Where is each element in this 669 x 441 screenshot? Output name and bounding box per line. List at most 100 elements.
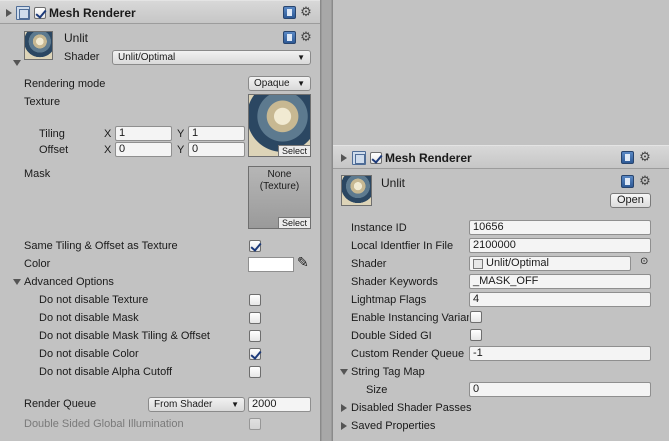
gear-icon[interactable]: ⚙ xyxy=(299,5,313,19)
property-label: Instance ID xyxy=(351,222,407,234)
disabled-shader-passes-label[interactable]: Disabled Shader Passes xyxy=(351,402,471,414)
offset-y-label: Y xyxy=(177,144,185,156)
same-tiling-checkbox[interactable] xyxy=(249,240,261,252)
double-sided-gi-checkbox xyxy=(249,418,261,430)
texture-label: Texture xyxy=(24,96,61,108)
advanced-foldout-icon[interactable] xyxy=(13,279,21,285)
help-book-icon[interactable] xyxy=(283,31,296,44)
property-label: Shader xyxy=(351,258,387,270)
render-queue-input[interactable]: 2000 xyxy=(248,397,311,412)
string-tag-map-foldout-icon[interactable] xyxy=(340,369,348,375)
custom-render-queue-field[interactable]: -1 xyxy=(469,346,651,361)
left-inspector-panel: Mesh Renderer ⚙ Unlit ⚙ Shader Unlit/Opt… xyxy=(0,0,321,441)
option-label: Do not disable Alpha Cutoff xyxy=(39,366,173,378)
mask-slot[interactable]: None (Texture) Select xyxy=(248,166,311,229)
mask-label: Mask xyxy=(24,168,51,180)
tiling-x-input[interactable]: 1 xyxy=(115,126,172,141)
tiling-x-label: X xyxy=(104,128,112,140)
option-label: Do not disable Mask xyxy=(39,312,139,324)
shader-dropdown-value: Unlit/Optimal xyxy=(118,52,176,63)
option-label: Do not disable Color xyxy=(39,348,139,360)
eyedropper-icon[interactable]: ✎ xyxy=(297,254,309,271)
option-checkbox[interactable] xyxy=(249,294,261,306)
help-book-icon[interactable] xyxy=(621,175,634,188)
enable-instancing-checkbox[interactable] xyxy=(470,311,482,323)
same-tiling-label: Same Tiling & Offset as Texture xyxy=(24,240,178,252)
color-label: Color xyxy=(24,258,51,270)
foldout-arrow-icon[interactable] xyxy=(6,9,12,17)
option-checkbox[interactable] xyxy=(249,330,261,342)
string-tag-map-label[interactable]: String Tag Map xyxy=(351,366,425,378)
component-enabled-checkbox[interactable] xyxy=(370,152,382,164)
double-sided-gi-checkbox[interactable] xyxy=(470,329,482,341)
render-queue-dropdown[interactable]: From Shader ▼ xyxy=(148,397,245,412)
rendering-mode-label: Rendering mode xyxy=(24,78,106,90)
rendering-mode-dropdown[interactable]: Opaque ▼ xyxy=(248,76,311,91)
texture-select-button[interactable]: Select xyxy=(277,145,310,156)
render-queue-mode: From Shader xyxy=(154,399,213,410)
mask-none-text: None (Texture) xyxy=(259,169,300,192)
mesh-renderer-header[interactable]: Mesh Renderer ⚙ xyxy=(333,145,669,169)
disabled-passes-foldout-icon[interactable] xyxy=(341,404,347,412)
material-name: Unlit xyxy=(64,31,89,45)
offset-x-input[interactable]: 0 xyxy=(115,142,172,157)
mask-select-button[interactable]: Select xyxy=(277,217,310,228)
gear-icon[interactable]: ⚙ xyxy=(299,30,313,44)
chevron-down-icon: ▼ xyxy=(297,53,305,62)
component-title: Mesh Renderer xyxy=(385,151,472,165)
tiling-y-input[interactable]: 1 xyxy=(188,126,245,141)
foldout-arrow-icon[interactable] xyxy=(341,154,347,162)
saved-properties-foldout-icon[interactable] xyxy=(341,422,347,430)
component-enabled-checkbox[interactable] xyxy=(34,7,46,19)
property-label: Enable Instancing Variants xyxy=(351,312,469,324)
size-label: Size xyxy=(366,384,388,396)
render-queue-label: Render Queue xyxy=(24,398,97,410)
double-sided-gi-label: Double Sided Global Illumination xyxy=(24,418,184,430)
offset-label: Offset xyxy=(39,144,69,156)
property-label: Local Identfier In File xyxy=(351,240,454,252)
shader-icon xyxy=(473,259,483,269)
property-label: Shader Keywords xyxy=(351,276,438,288)
option-label: Do not disable Mask Tiling & Offset xyxy=(39,330,210,342)
color-field[interactable] xyxy=(248,257,294,272)
offset-y-input[interactable]: 0 xyxy=(188,142,245,157)
lightmap-flags-field[interactable]: 4 xyxy=(469,292,651,307)
offset-x-label: X xyxy=(104,144,112,156)
panel-splitter[interactable] xyxy=(321,0,332,441)
shader-label: Shader xyxy=(64,51,100,63)
chevron-down-icon: ▼ xyxy=(297,79,305,88)
right-inspector-panel: Mesh Renderer ⚙ Unlit ⚙ Open Instance ID… xyxy=(332,0,669,441)
property-label: Lightmap Flags xyxy=(351,294,427,306)
chevron-down-icon: ▼ xyxy=(231,400,239,409)
help-book-icon[interactable] xyxy=(621,151,634,164)
help-book-icon[interactable] xyxy=(283,6,296,19)
option-checkbox[interactable] xyxy=(249,312,261,324)
option-checkbox[interactable] xyxy=(249,366,261,378)
material-thumbnail xyxy=(24,31,53,60)
tiling-label: Tiling xyxy=(39,128,65,140)
shader-value: Unlit/Optimal xyxy=(486,257,549,269)
local-identifier-field[interactable]: 2100000 xyxy=(469,238,651,253)
object-picker-icon[interactable]: ⊙ xyxy=(640,256,648,267)
saved-properties-label[interactable]: Saved Properties xyxy=(351,420,435,432)
shader-object-field[interactable]: Unlit/Optimal xyxy=(469,256,631,271)
open-button[interactable]: Open xyxy=(610,193,651,208)
texture-slot[interactable]: Select xyxy=(248,94,311,157)
advanced-options-label[interactable]: Advanced Options xyxy=(24,276,114,288)
rendering-mode-value: Opaque xyxy=(254,78,290,89)
shader-keywords-field[interactable]: _MASK_OFF xyxy=(469,274,651,289)
gear-icon[interactable]: ⚙ xyxy=(638,174,652,188)
option-label: Do not disable Texture xyxy=(39,294,149,306)
component-title: Mesh Renderer xyxy=(49,6,136,20)
instance-id-field[interactable]: 10656 xyxy=(469,220,651,235)
gear-icon[interactable]: ⚙ xyxy=(638,150,652,164)
shader-dropdown[interactable]: Unlit/Optimal ▼ xyxy=(112,50,311,65)
material-name: Unlit xyxy=(381,176,406,190)
option-checkbox[interactable] xyxy=(249,348,261,360)
property-labels: Instance ID Local Identfier In File Shad… xyxy=(333,216,469,366)
property-label: Double Sided GI xyxy=(351,330,432,342)
material-foldout-icon[interactable] xyxy=(13,60,21,66)
material-thumbnail xyxy=(341,175,372,206)
size-field[interactable]: 0 xyxy=(469,382,651,397)
mesh-renderer-header[interactable]: Mesh Renderer ⚙ xyxy=(0,0,320,24)
